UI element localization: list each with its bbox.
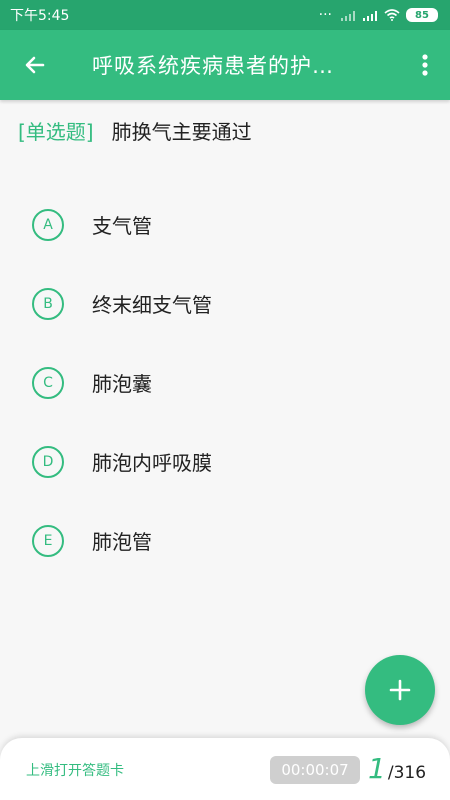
battery-icon: 85 bbox=[406, 8, 438, 22]
app-bar: 呼吸系统疾病患者的护… bbox=[0, 30, 450, 100]
option-letter: D bbox=[32, 445, 64, 478]
progress-total: 316 bbox=[393, 763, 427, 783]
timer: 00:00:07 bbox=[270, 756, 360, 784]
option-letter: C bbox=[32, 366, 64, 399]
option-list: A 支气管 B 终末细支气管 C 肺泡囊 D 肺泡内呼吸膜 E 肺泡管 bbox=[0, 185, 450, 580]
question-progress: 1 / 316 bbox=[368, 752, 426, 785]
question-type: [单选题] bbox=[18, 120, 94, 144]
question: [单选题] 肺换气主要通过 bbox=[18, 116, 438, 145]
status-time: 下午5:45 bbox=[10, 8, 70, 24]
option-text: 肺泡管 bbox=[92, 530, 152, 554]
signal-icon bbox=[363, 11, 377, 21]
back-button[interactable] bbox=[0, 30, 70, 100]
status-bar: 下午5:45 ··· 85 bbox=[0, 0, 450, 30]
progress-current: 1 bbox=[368, 752, 386, 785]
answer-card-sheet[interactable]: 上滑打开答题卡 00:00:07 1 / 316 bbox=[0, 738, 450, 800]
option-letter: A bbox=[32, 208, 64, 241]
status-dots: ··· bbox=[318, 7, 332, 23]
option-letter: E bbox=[32, 524, 64, 557]
answer-card-hint[interactable]: 上滑打开答题卡 bbox=[26, 760, 124, 780]
arrow-left-icon bbox=[25, 56, 45, 74]
more-menu-button[interactable] bbox=[400, 30, 450, 100]
option-d[interactable]: D 肺泡内呼吸膜 bbox=[0, 422, 450, 501]
option-text: 肺泡囊 bbox=[92, 372, 152, 396]
add-button[interactable] bbox=[365, 655, 435, 725]
status-icons: ··· 85 bbox=[319, 7, 438, 23]
wifi-icon bbox=[384, 9, 400, 21]
status-icon-group: 85 bbox=[340, 8, 438, 22]
option-text: 肺泡内呼吸膜 bbox=[92, 451, 212, 475]
more-vertical-icon bbox=[422, 54, 428, 76]
hd-signal-icon bbox=[341, 11, 355, 21]
option-text: 终末细支气管 bbox=[92, 293, 212, 317]
page-title: 呼吸系统疾病患者的护… bbox=[92, 54, 334, 78]
option-letter: B bbox=[32, 287, 64, 320]
option-e[interactable]: E 肺泡管 bbox=[0, 501, 450, 580]
plus-icon bbox=[389, 679, 411, 701]
question-text: 肺换气主要通过 bbox=[111, 120, 252, 144]
option-a[interactable]: A 支气管 bbox=[0, 185, 450, 264]
option-c[interactable]: C 肺泡囊 bbox=[0, 343, 450, 422]
option-text: 支气管 bbox=[92, 214, 152, 238]
option-b[interactable]: B 终末细支气管 bbox=[0, 264, 450, 343]
